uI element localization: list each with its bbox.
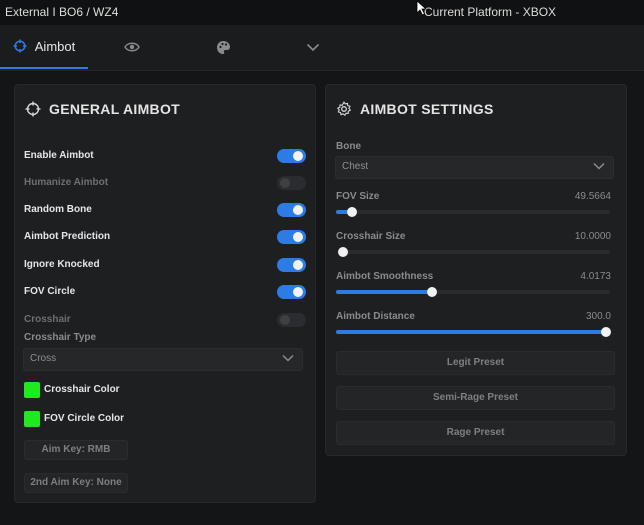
fov-size-value: 49.5664 — [574, 191, 611, 202]
tab-aimbot[interactable]: Aimbot — [0, 25, 88, 69]
chevron-down-icon — [282, 354, 294, 362]
aimbot-distance-slider[interactable] — [336, 327, 611, 337]
panel-title: AIMBOT SETTINGS — [360, 101, 494, 117]
fov-circle-color-label: FOV Circle Color — [44, 413, 125, 424]
humanize-aimbot-label: Humanize Aimbot — [24, 177, 109, 188]
toggle-knob — [293, 260, 303, 270]
palette-icon — [216, 40, 230, 54]
crosshair-label: Crosshair — [24, 314, 71, 325]
slider-fill — [336, 330, 606, 334]
enable-aimbot-label: Enable Aimbot — [24, 150, 94, 161]
random-bone-label: Random Bone — [24, 204, 92, 215]
window-title: External I BO6 / WZ4 — [5, 5, 119, 19]
crosshair-type-label: Crosshair Type — [24, 332, 97, 343]
aimbot-distance-label: Aimbot Distance — [336, 311, 415, 322]
aimbot-prediction-row: Aimbot Prediction — [24, 228, 306, 248]
crosshair-type-value: Cross — [30, 353, 57, 364]
crosshair-color-label: Crosshair Color — [44, 384, 120, 395]
bone-label: Bone — [336, 141, 361, 152]
aimbot-smoothness-label: Aimbot Smoothness — [336, 271, 434, 282]
aimbot-smoothness-slider[interactable] — [336, 287, 610, 297]
enable-aimbot-toggle[interactable] — [277, 149, 306, 163]
slider-thumb[interactable] — [601, 327, 611, 337]
crosshair-type-select[interactable]: Cross — [23, 348, 303, 371]
aimbot-prediction-toggle[interactable] — [277, 230, 306, 244]
toggle-knob — [293, 205, 303, 215]
toggle-knob — [293, 232, 303, 242]
bone-select[interactable]: Chest — [335, 156, 614, 179]
crosshair-icon — [25, 101, 41, 117]
gear-icon — [337, 101, 351, 116]
eye-icon — [124, 42, 140, 52]
panel-title: GENERAL AIMBOT — [49, 101, 180, 117]
aimbot-smoothness-value: 4.0173 — [580, 271, 611, 282]
crosshair-size-slider[interactable] — [338, 247, 610, 257]
aimbot-settings-header: AIMBOT SETTINGS — [336, 101, 494, 117]
chevron-down-icon — [593, 162, 605, 170]
crosshair-row: Crosshair — [24, 311, 306, 331]
toggle-knob — [293, 151, 303, 161]
platform-label: Current Platform - XBOX — [424, 5, 557, 19]
toggle-knob — [293, 287, 303, 297]
fov-circle-color-swatch[interactable] — [24, 411, 40, 427]
humanize-aimbot-row: Humanize Aimbot — [24, 174, 306, 194]
crosshair-icon — [13, 39, 27, 53]
slider-thumb[interactable] — [426, 287, 437, 297]
slider-fill — [336, 290, 432, 294]
aimbot-prediction-label: Aimbot Prediction — [24, 231, 111, 242]
tab-visuals[interactable] — [118, 25, 146, 69]
random-bone-toggle[interactable] — [277, 203, 306, 217]
fov-size-slider[interactable] — [336, 207, 610, 217]
fov-circle-toggle[interactable] — [277, 285, 306, 299]
ignore-knocked-toggle[interactable] — [277, 258, 306, 272]
slider-thumb[interactable] — [338, 247, 348, 257]
random-bone-row: Random Bone — [24, 201, 306, 221]
crosshair-color-swatch[interactable] — [24, 382, 40, 398]
fov-circle-row: FOV Circle — [24, 283, 306, 303]
second-aim-key-button[interactable]: 2nd Aim Key: None — [24, 473, 128, 493]
ignore-knocked-label: Ignore Knocked — [24, 259, 100, 270]
toggle-knob — [280, 315, 290, 325]
mouse-cursor-icon — [416, 0, 428, 16]
general-aimbot-header: GENERAL AIMBOT — [25, 101, 180, 117]
title-bar: External I BO6 / WZ4 Current Platform - … — [0, 0, 644, 25]
humanize-aimbot-toggle[interactable] — [277, 176, 306, 190]
tab-colors[interactable] — [208, 25, 238, 69]
aimbot-distance-value: 300.0 — [585, 311, 611, 322]
crosshair-toggle[interactable] — [277, 313, 306, 327]
tab-more[interactable] — [298, 25, 328, 69]
semi-rage-preset-button[interactable]: Semi-Rage Preset — [336, 386, 615, 410]
bone-value: Chest — [342, 161, 369, 172]
enable-aimbot-row: Enable Aimbot — [24, 147, 306, 167]
toggle-knob — [280, 178, 290, 188]
tab-bar: Aimbot — [0, 25, 644, 71]
chevron-down-icon — [306, 43, 320, 51]
tab-aimbot-label: Aimbot — [34, 38, 76, 54]
legit-preset-button[interactable]: Legit Preset — [336, 351, 615, 375]
general-aimbot-panel: GENERAL AIMBOT Enable Aimbot Humanize Ai… — [14, 84, 316, 503]
fov-size-label: FOV Size — [336, 191, 380, 202]
fov-circle-label: FOV Circle — [24, 286, 76, 297]
crosshair-size-value: 10.0000 — [574, 231, 611, 242]
aim-key-button[interactable]: Aim Key: RMB — [24, 440, 128, 460]
ignore-knocked-row: Ignore Knocked — [24, 256, 306, 276]
rage-preset-button[interactable]: Rage Preset — [336, 421, 615, 445]
crosshair-size-label: Crosshair Size — [336, 231, 406, 242]
